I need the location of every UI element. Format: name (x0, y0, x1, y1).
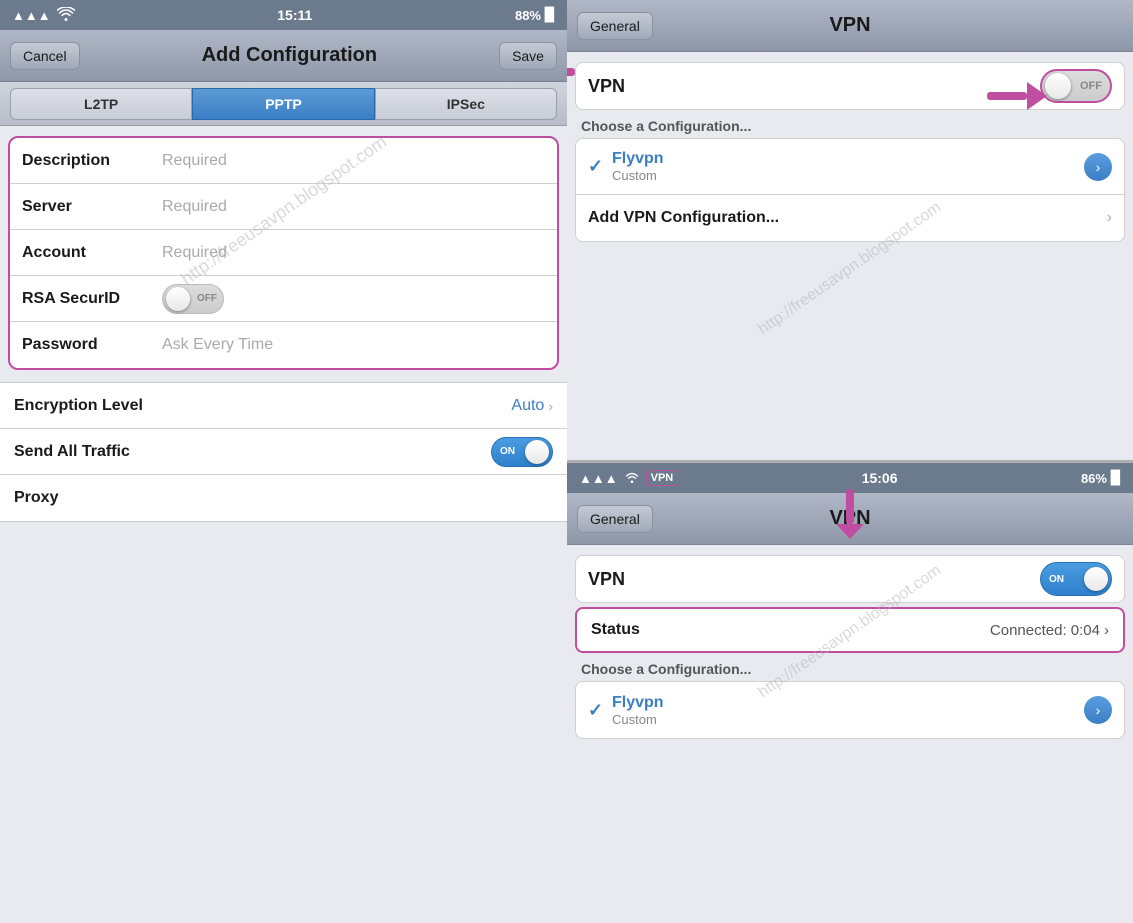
account-input[interactable]: Required (162, 244, 545, 262)
vpn-badge: VPN (646, 470, 679, 486)
tab-bar: L2TP PPTP IPSec (0, 82, 567, 126)
wifi-icon-bottom (624, 471, 640, 486)
form-row-password: Password Ask Every Time (10, 322, 557, 368)
config-detail-button-top[interactable]: › (1084, 153, 1112, 181)
config-name-bottom: Flyvpn (612, 694, 1084, 712)
save-button[interactable]: Save (499, 42, 557, 70)
battery-text-bottom: 86% (1081, 471, 1107, 486)
password-label: Password (22, 336, 162, 354)
send-all-traffic-label: Send All Traffic (14, 443, 491, 461)
add-config-chevron-icon: › (1107, 209, 1112, 227)
right-panel: General VPN VPN Choose a Configuration (567, 0, 1133, 923)
description-input[interactable]: Required (162, 152, 545, 170)
form-row-rsa: RSA SecurID (10, 276, 557, 322)
battery-text: 88% (515, 8, 541, 23)
server-input[interactable]: Required (162, 198, 545, 216)
config-info-bottom: Flyvpn Custom (612, 694, 1084, 727)
left-arrow-annotation (567, 58, 575, 91)
config-item-flyvpn-top: ✓ Flyvpn Custom › (576, 139, 1124, 195)
signal-icon: ▲▲▲ (12, 8, 51, 23)
password-input[interactable]: Ask Every Time (162, 336, 545, 354)
encryption-row: Encryption Level Auto › (0, 383, 567, 429)
form-row-server: Server Required (10, 184, 557, 230)
arrow-annotation-right (987, 82, 1047, 115)
choose-config-label-top: Choose a Configuration... (567, 110, 1133, 138)
config-list-bottom: ✓ Flyvpn Custom › (575, 681, 1125, 739)
battery-icon: ▉ (545, 7, 555, 23)
vpn-toggle-knob-bottom (1084, 567, 1108, 591)
form-section-boxed: Description Required Server Required Acc… (8, 136, 559, 370)
server-label: Server (22, 198, 162, 216)
battery-area: 88% ▉ (515, 7, 555, 23)
config-name-top: Flyvpn (612, 150, 1084, 168)
encryption-value[interactable]: Auto › (511, 397, 553, 415)
left-panel: ▲▲▲ 15:11 88% ▉ Cancel Add Configuration… (0, 0, 567, 923)
encryption-text: Auto (511, 397, 544, 415)
add-config-label-top: Add VPN Configuration... (588, 209, 1107, 227)
checkmark-icon-bottom: ✓ (588, 700, 612, 721)
time-display-bottom: 15:06 (862, 470, 898, 486)
add-config-row-top[interactable]: Add VPN Configuration... › (576, 195, 1124, 241)
signal-area-bottom: ▲▲▲ VPN (579, 470, 678, 486)
time-display: 15:11 (277, 7, 312, 23)
send-traffic-knob (525, 440, 549, 464)
down-arrow-annotation (836, 489, 864, 544)
vpn-label-top: VPN (588, 76, 625, 97)
encryption-label: Encryption Level (14, 397, 511, 415)
nav-bar-left: Cancel Add Configuration Save (0, 30, 567, 82)
config-list-top: ✓ Flyvpn Custom › Add VPN Configuration.… (575, 138, 1125, 242)
status-chevron-icon: › (1104, 622, 1109, 639)
vpn-label-bottom: VPN (588, 569, 625, 590)
toggle-knob (166, 287, 190, 311)
account-label: Account (22, 244, 162, 262)
battery-area-bottom: 86% ▉ (1081, 470, 1121, 486)
status-value: Connected: 0:04 › (990, 622, 1109, 639)
vpn-toggle-knob-top (1045, 73, 1071, 99)
form-row-account: Account Required (10, 230, 557, 276)
signal-icon-bottom: ▲▲▲ (579, 471, 618, 486)
wifi-icon (57, 7, 75, 24)
config-type-bottom: Custom (612, 712, 1084, 727)
config-info-top: Flyvpn Custom (612, 150, 1084, 183)
config-detail-button-bottom[interactable]: › (1084, 696, 1112, 724)
vpn-toggle-top[interactable] (1040, 69, 1112, 103)
description-label: Description (22, 152, 162, 170)
general-button-top[interactable]: General (577, 12, 653, 40)
battery-icon-bottom: ▉ (1111, 470, 1121, 486)
config-item-flyvpn-bottom: ✓ Flyvpn Custom › (576, 682, 1124, 738)
vpn-toggle-row-bottom: VPN (575, 555, 1125, 603)
vpn-nav-bar-top: General VPN (567, 0, 1133, 52)
tab-ipsec[interactable]: IPSec (375, 88, 557, 120)
signal-area: ▲▲▲ (12, 7, 75, 24)
rsa-toggle[interactable] (162, 284, 224, 314)
choose-config-label-bottom: Choose a Configuration... (567, 653, 1133, 681)
status-row: Status Connected: 0:04 › (575, 607, 1125, 653)
form-row-description: Description Required (10, 138, 557, 184)
tab-l2tp[interactable]: L2TP (10, 88, 192, 120)
vpn-screen-on: ▲▲▲ VPN 15:06 86% ▉ (567, 463, 1133, 923)
page-title: Add Configuration (202, 44, 378, 67)
status-text: Connected: 0:04 (990, 622, 1100, 639)
config-type-top: Custom (612, 168, 1084, 183)
form-section-plain: Encryption Level Auto › Send All Traffic… (0, 382, 567, 522)
vpn-toggle-bottom[interactable] (1040, 562, 1112, 596)
send-all-traffic-row: Send All Traffic (0, 429, 567, 475)
status-label: Status (591, 621, 640, 639)
proxy-row: Proxy (0, 475, 567, 521)
checkmark-icon-top: ✓ (588, 156, 612, 177)
send-all-traffic-toggle[interactable] (491, 437, 553, 467)
tab-pptp[interactable]: PPTP (192, 88, 374, 120)
rsa-label: RSA SecurID (22, 290, 162, 308)
status-bar-left: ▲▲▲ 15:11 88% ▉ (0, 0, 567, 30)
vpn-title-top: VPN (829, 14, 870, 37)
general-button-bottom[interactable]: General (577, 505, 653, 533)
proxy-label: Proxy (14, 489, 553, 507)
encryption-chevron-icon: › (548, 398, 553, 414)
cancel-button[interactable]: Cancel (10, 42, 80, 70)
vpn-screen-off: General VPN VPN Choose a Configuration (567, 0, 1133, 463)
